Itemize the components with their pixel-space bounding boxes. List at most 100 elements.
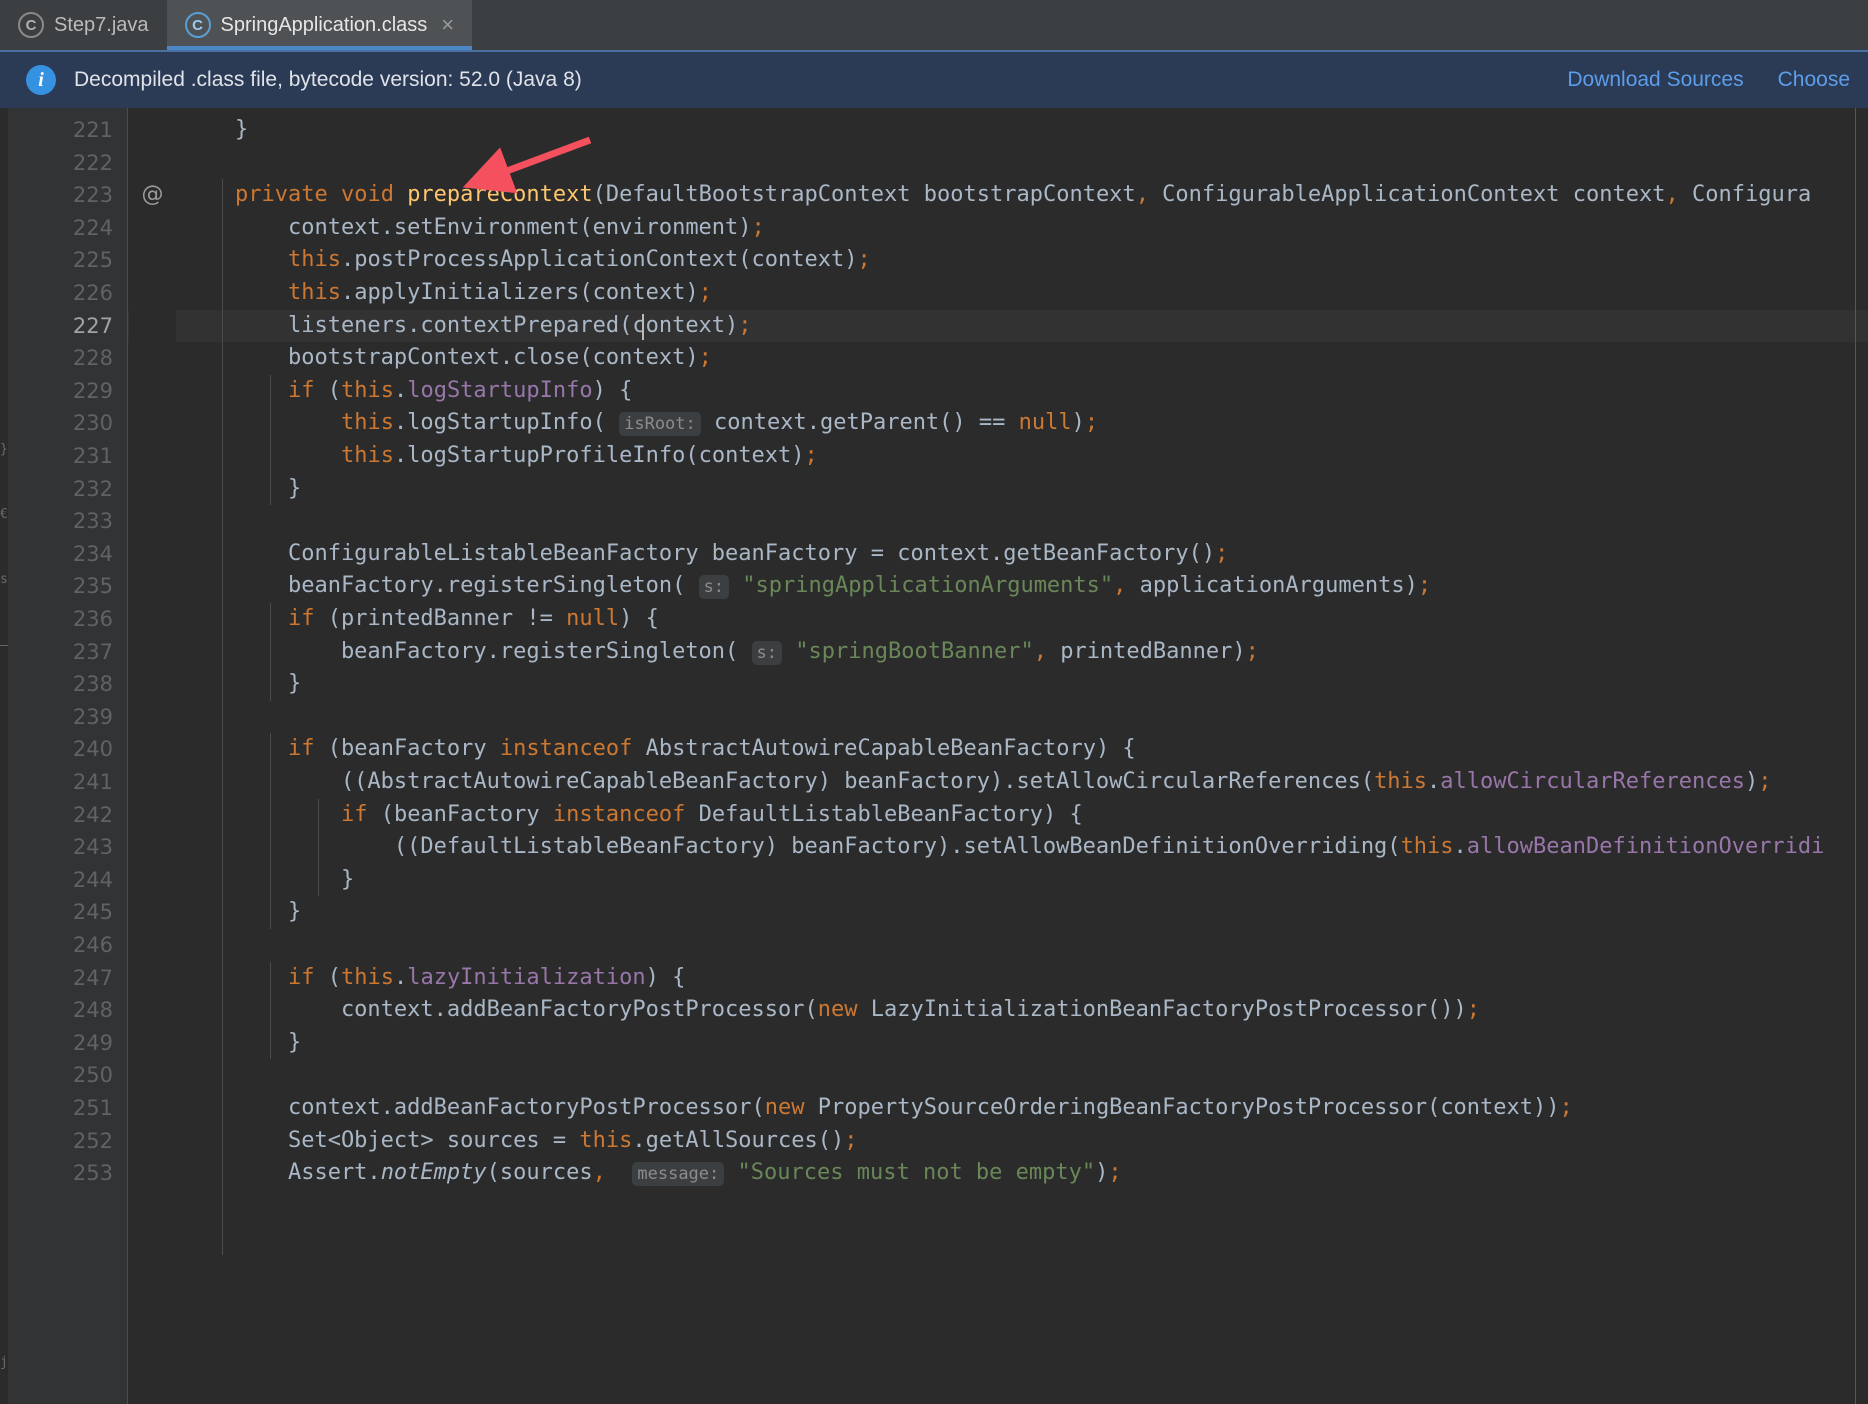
code-token: ; xyxy=(1108,1160,1122,1186)
gutter-line-number[interactable]: 222 xyxy=(73,147,113,180)
code-line[interactable]: Set<Object> sources = this.getAllSources… xyxy=(176,1125,1868,1158)
code-token: beanFactory.registerSingleton( xyxy=(182,573,699,599)
gutter-line-number[interactable]: 237 xyxy=(73,636,113,669)
code-line[interactable] xyxy=(176,505,1868,538)
gutter-line-number[interactable]: 253 xyxy=(73,1157,113,1190)
code-line[interactable]: if (this.lazyInitialization) { xyxy=(176,962,1868,995)
gutter-line-number[interactable]: 250 xyxy=(73,1059,113,1092)
code-line[interactable]: } xyxy=(176,896,1868,929)
gutter-line-number[interactable]: 226 xyxy=(73,277,113,310)
code-line[interactable]: beanFactory.registerSingleton( s: "sprin… xyxy=(176,636,1868,669)
gutter-line-number[interactable]: 242 xyxy=(73,799,113,832)
code-line[interactable]: ((DefaultListableBeanFactory) beanFactor… xyxy=(176,831,1868,864)
code-text-area[interactable]: } private void prepareContext(DefaultBoo… xyxy=(176,108,1868,1404)
code-token: ) { xyxy=(592,377,633,403)
code-line[interactable]: Assert.notEmpty(sources, message: "Sourc… xyxy=(176,1157,1868,1190)
gutter-line-number[interactable]: 227 xyxy=(73,310,113,343)
sliver-glyph xyxy=(0,369,8,402)
annotation-marker-icon[interactable]: @ xyxy=(129,179,176,212)
sliver-glyph xyxy=(0,1118,8,1151)
code-token: , xyxy=(1113,573,1127,599)
code-token: context.setEnvironment(environment) xyxy=(182,214,752,240)
code-line[interactable]: if (beanFactory instanceof DefaultListab… xyxy=(176,799,1868,832)
code-line[interactable]: } xyxy=(176,668,1868,701)
code-line[interactable]: } xyxy=(176,114,1868,147)
code-token: applicationArguments) xyxy=(1126,573,1418,599)
editor-annotation-gutter[interactable]: @ xyxy=(129,108,176,1404)
code-line[interactable]: this.applyInitializers(context); xyxy=(176,277,1868,310)
gutter-line-number[interactable]: 223 xyxy=(73,179,113,212)
code-token: ; xyxy=(804,443,818,468)
code-token: context.getParent() == xyxy=(700,410,1019,436)
code-line[interactable]: if (beanFactory instanceof AbstractAutow… xyxy=(176,733,1868,766)
gutter-line-number[interactable]: 229 xyxy=(73,375,113,408)
code-line[interactable]: this.postProcessApplicationContext(conte… xyxy=(176,244,1868,277)
code-token: ( xyxy=(314,964,341,990)
choose-sources-link[interactable]: Choose xyxy=(1778,68,1850,92)
code-line[interactable]: context.setEnvironment(environment); xyxy=(176,212,1868,245)
code-token: this xyxy=(340,377,394,403)
editor-gutter-line-numbers[interactable]: 221 222 223 224 225 226 227 228 229 230 231 232 233 2… xyxy=(8,108,128,1404)
code-token: ; xyxy=(1559,1095,1573,1120)
code-line[interactable]: beanFactory.registerSingleton( s: "sprin… xyxy=(176,570,1868,603)
gutter-line-number[interactable]: 221 xyxy=(73,114,113,147)
code-line[interactable]: } xyxy=(176,473,1868,506)
gutter-line-number[interactable]: 241 xyxy=(73,766,113,799)
code-token: } xyxy=(182,475,302,501)
code-line[interactable]: } xyxy=(176,864,1868,897)
sliver-glyph xyxy=(0,662,8,695)
code-line[interactable] xyxy=(176,1059,1868,1092)
editor-tab-inactive[interactable]: C Step7.java xyxy=(0,0,167,50)
code-line[interactable]: this.logStartupInfo( isRoot: context.get… xyxy=(176,407,1868,440)
code-line[interactable] xyxy=(176,701,1868,734)
code-line[interactable] xyxy=(176,147,1868,180)
code-token: if xyxy=(287,606,315,631)
code-line[interactable]: context.addBeanFactoryPostProcessor(new … xyxy=(176,994,1868,1027)
editor-tab-active[interactable]: C SpringApplication.class × xyxy=(166,0,473,50)
code-line[interactable]: ConfigurableListableBeanFactory beanFact… xyxy=(176,538,1868,571)
sliver-glyph xyxy=(0,1151,8,1184)
code-line[interactable]: } xyxy=(176,1027,1868,1060)
gutter-line-number[interactable]: 233 xyxy=(73,505,113,538)
code-line[interactable] xyxy=(176,929,1868,962)
code-token: ( xyxy=(314,377,341,403)
gutter-line-number[interactable]: 232 xyxy=(73,473,113,506)
sliver-glyph xyxy=(0,1053,8,1086)
code-line[interactable]: listeners.contextPrepared(context); xyxy=(176,310,1868,343)
close-icon[interactable]: × xyxy=(437,14,454,36)
gutter-line-number[interactable]: 230 xyxy=(73,407,113,440)
sliver-glyph xyxy=(0,1379,8,1404)
gutter-line-number[interactable]: 251 xyxy=(73,1092,113,1125)
gutter-line-number[interactable]: 247 xyxy=(73,962,113,995)
gutter-line-number[interactable]: 228 xyxy=(73,342,113,375)
gutter-line-number[interactable]: 245 xyxy=(73,896,113,929)
gutter-line-number[interactable]: 235 xyxy=(73,570,113,603)
sliver-glyph xyxy=(0,467,8,500)
code-line[interactable]: private void prepareContext(DefaultBoots… xyxy=(176,179,1868,212)
gutter-line-number[interactable]: 238 xyxy=(73,668,113,701)
gutter-line-number[interactable]: 224 xyxy=(73,212,113,245)
gutter-line-number[interactable]: 234 xyxy=(73,538,113,571)
gutter-line-number[interactable]: 249 xyxy=(73,1027,113,1060)
gutter-line-number[interactable]: 225 xyxy=(73,244,113,277)
code-token: } xyxy=(182,671,302,697)
code-line[interactable]: if (printedBanner != null) { xyxy=(176,603,1868,636)
code-editor[interactable]: } € s — j 221 222 223 224 225 226 227 228 229 230 231 2… xyxy=(0,108,1868,1404)
gutter-line-number[interactable]: 231 xyxy=(73,440,113,473)
gutter-line-number[interactable]: 239 xyxy=(73,701,113,734)
code-line[interactable]: if (this.logStartupInfo) { xyxy=(176,375,1868,408)
code-token: ((AbstractAutowireCapableBeanFactory) be… xyxy=(182,769,1375,794)
code-line[interactable]: this.logStartupProfileInfo(context); xyxy=(176,440,1868,473)
gutter-line-number[interactable]: 243 xyxy=(73,831,113,864)
gutter-line-number[interactable]: 236 xyxy=(73,603,113,636)
code-line[interactable]: ((AbstractAutowireCapableBeanFactory) be… xyxy=(176,766,1868,799)
gutter-line-number[interactable]: 248 xyxy=(73,994,113,1027)
gutter-line-number[interactable]: 244 xyxy=(73,864,113,897)
code-line[interactable]: bootstrapContext.close(context); xyxy=(176,342,1868,375)
gutter-line-number[interactable]: 252 xyxy=(73,1125,113,1158)
code-line[interactable]: context.addBeanFactoryPostProcessor(new … xyxy=(176,1092,1868,1125)
gutter-line-number[interactable]: 240 xyxy=(73,733,113,766)
download-sources-link[interactable]: Download Sources xyxy=(1567,68,1743,92)
gutter-line-number[interactable]: 246 xyxy=(73,929,113,962)
code-token: this xyxy=(340,964,394,990)
